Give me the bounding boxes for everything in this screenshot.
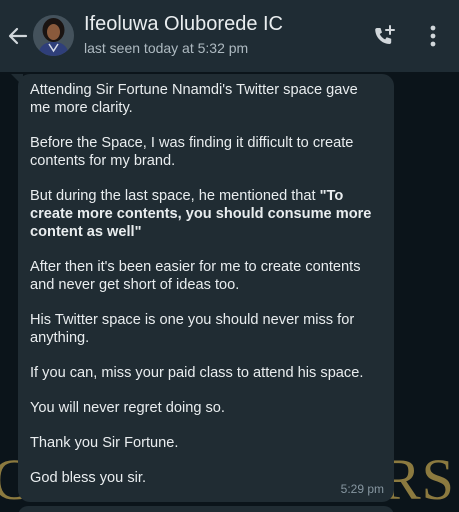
last-seen-status: last seen today at 5:32 pm (84, 40, 249, 56)
message-text: But during the last space, he mentioned … (30, 188, 320, 204)
add-call-icon[interactable] (370, 23, 398, 51)
message-paragraph: But during the last space, he mentioned … (30, 187, 382, 241)
next-message-bubble[interactable] (18, 506, 394, 512)
message-paragraph: If you can, miss your paid class to atte… (30, 365, 364, 381)
message-paragraph: God bless you sir. (30, 470, 146, 486)
message-paragraph: You will never regret doing so. (30, 400, 225, 416)
more-vertical-icon[interactable] (423, 24, 443, 48)
message-timestamp: 5:29 pm (340, 482, 384, 496)
contact-name: Ifeoluwa Oluborede IC (84, 13, 284, 35)
message-paragraph: Before the Space, I was finding it diffi… (30, 135, 354, 169)
contact-info[interactable]: Ifeoluwa Oluborede IC last seen today at… (84, 12, 283, 57)
message-paragraph: Attending Sir Fortune Nnamdi's Twitter s… (30, 82, 358, 116)
message-bubble[interactable]: Attending Sir Fortune Nnamdi's Twitter s… (18, 74, 394, 502)
message-paragraph: After then it's been easier for me to cr… (30, 259, 361, 293)
chat-header: Ifeoluwa Oluborede IC last seen today at… (0, 0, 459, 72)
arrow-left-icon[interactable] (6, 24, 30, 48)
message-paragraph: Thank you Sir Fortune. (30, 435, 179, 451)
message-paragraph: His Twitter space is one you should neve… (30, 312, 355, 346)
chat-screen: C RS Ifeoluwa Oluborede IC last seen tod… (0, 0, 459, 512)
avatar[interactable] (33, 15, 74, 56)
